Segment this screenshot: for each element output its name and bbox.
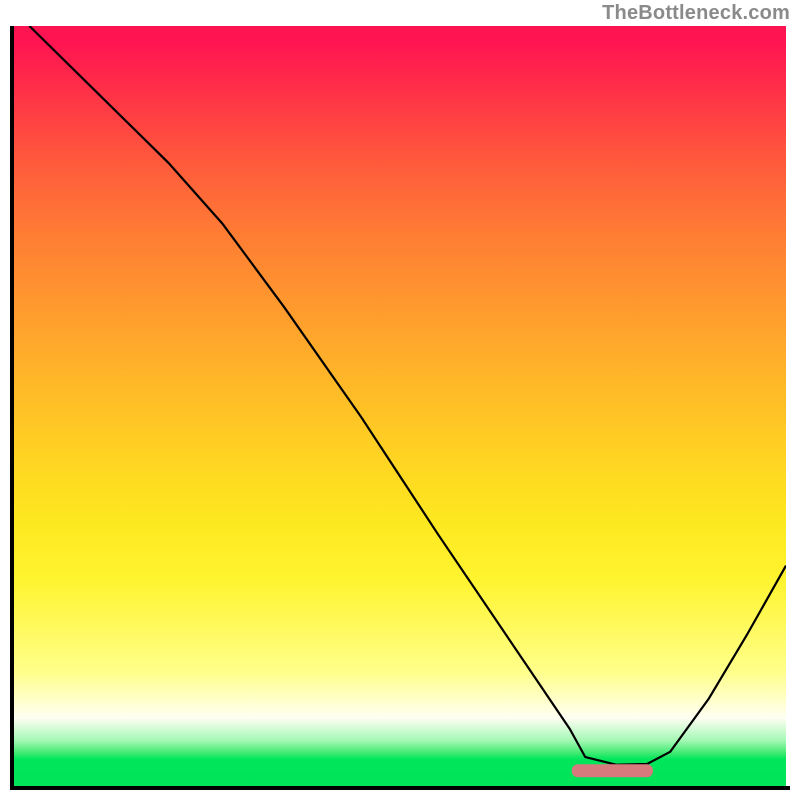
- bottleneck-curve: [29, 26, 786, 765]
- y-axis: [10, 26, 14, 790]
- plot-frame: [14, 26, 786, 786]
- x-axis: [10, 786, 790, 790]
- watermark-label: TheBottleneck.com: [602, 2, 790, 25]
- plot-area: [14, 26, 786, 786]
- optimal-marker: [572, 764, 653, 777]
- chart-svg: [14, 26, 786, 786]
